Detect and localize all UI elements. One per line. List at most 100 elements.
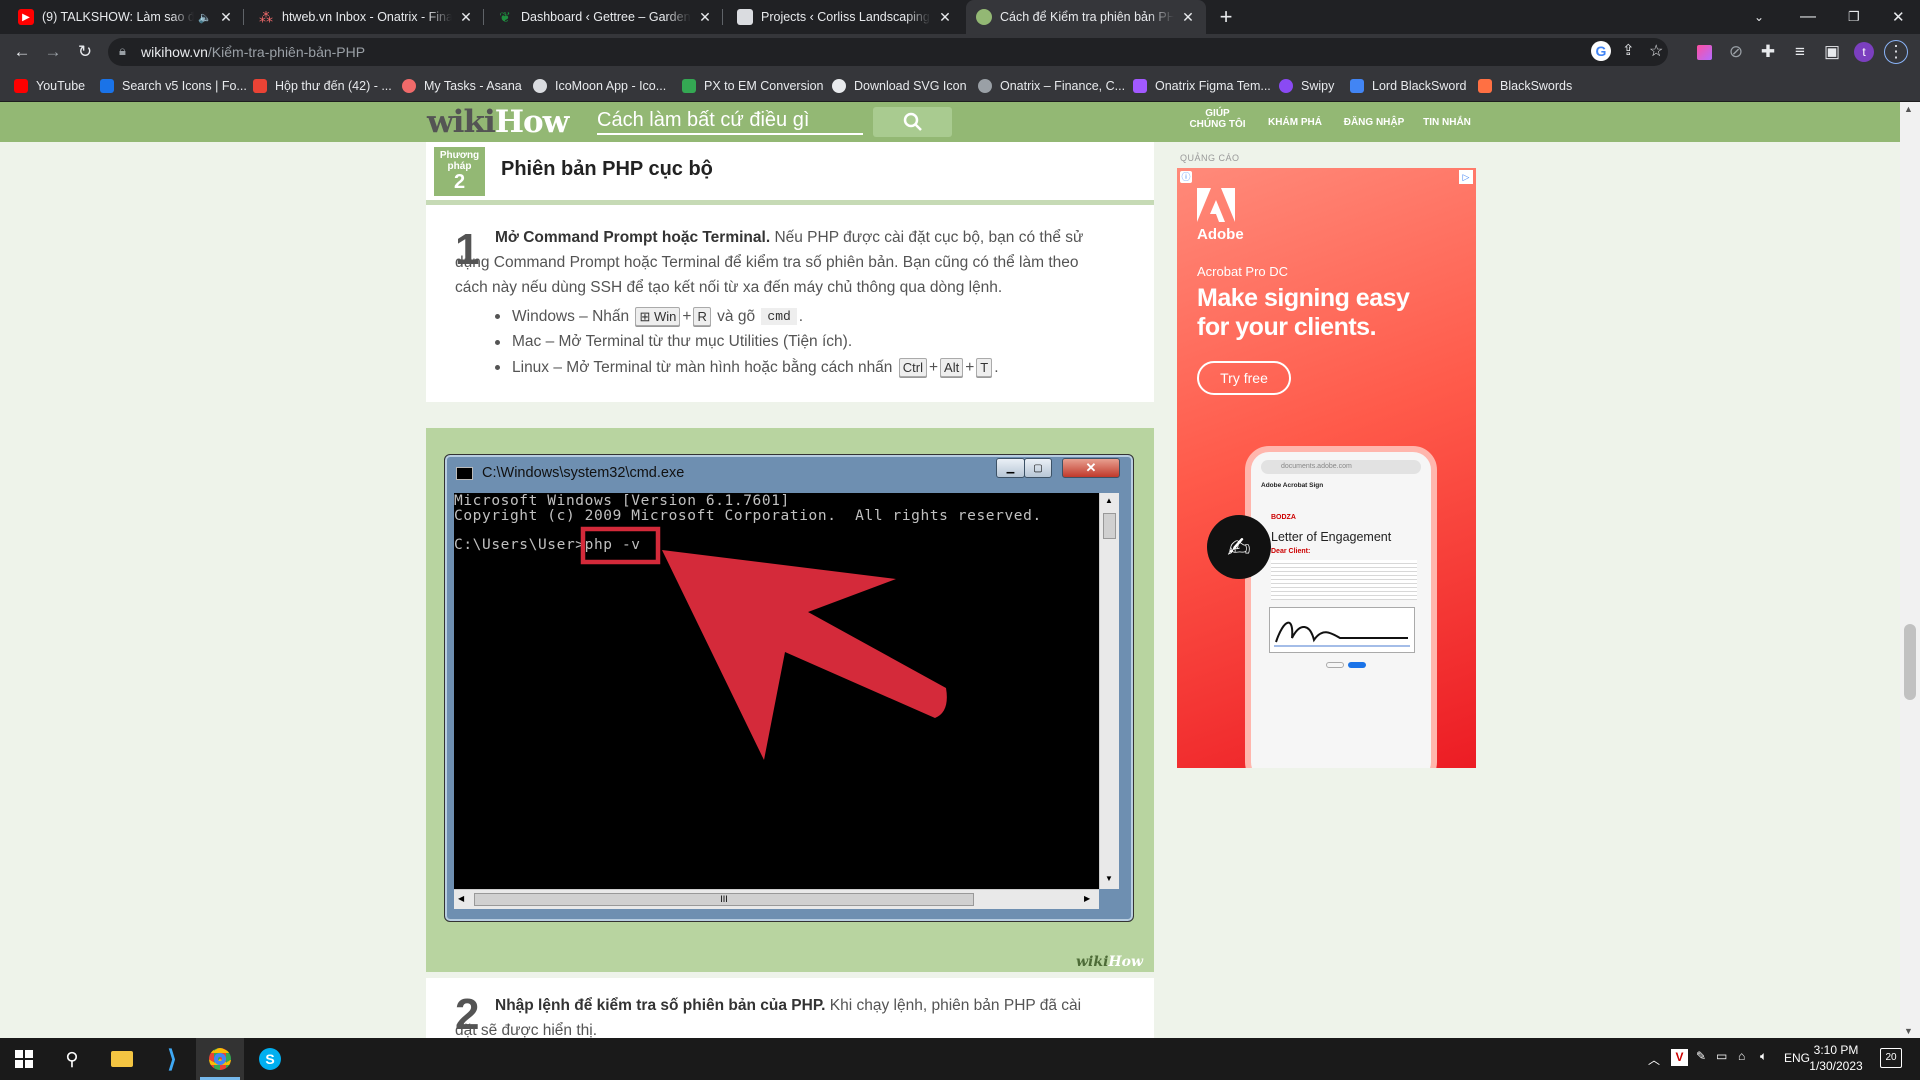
bookmark-youtube[interactable]: YouTube xyxy=(14,77,85,95)
url-path: /Kiểm-tra-phiên-bản-PHP xyxy=(207,44,366,60)
extensions-puzzle-icon[interactable]: ✚ xyxy=(1756,40,1780,64)
bookmark-asana[interactable]: My Tasks - Asana xyxy=(402,77,522,95)
new-tab-button[interactable]: + xyxy=(1210,0,1242,34)
windows-start-icon[interactable] xyxy=(0,1038,48,1080)
back-icon[interactable]: ← xyxy=(10,40,34,64)
gmail-icon xyxy=(253,79,267,93)
address-bar[interactable]: 🔒︎ wikihow.vn/Kiểm-tra-phiên-bản-PHP G ⇪… xyxy=(108,38,1668,66)
bookmark-icomoon[interactable]: IcoMoon App - Ico... xyxy=(533,77,666,95)
scroll-down-arrow-icon[interactable]: ▼ xyxy=(1904,1026,1913,1036)
tray-language[interactable]: ENG xyxy=(1784,1051,1810,1065)
adobe-logo-icon xyxy=(1197,188,1235,222)
bookmark-onatrix[interactable]: Onatrix – Finance, C... xyxy=(978,77,1125,95)
page-scrollbar[interactable] xyxy=(1900,102,1920,1038)
tray-app-v-icon[interactable]: V xyxy=(1671,1049,1688,1066)
tab-gettree[interactable]: ❦ Dashboard ‹ Gettree – Garden & ✕ xyxy=(487,0,723,34)
minimize-button[interactable]: — xyxy=(1790,0,1826,34)
signature-scribble-icon xyxy=(1274,621,1410,647)
tray-clock[interactable]: 3:10 PM 1/30/2023 xyxy=(1808,1042,1864,1074)
bookmark-swipy[interactable]: Swipy xyxy=(1279,77,1334,95)
restore-button[interactable]: ❐ xyxy=(1838,0,1870,34)
bookmark-lord-blacksword[interactable]: Lord BlackSword xyxy=(1350,77,1467,95)
windows-taskbar: ⚲ ⟩ S ︿ V ✎ ▭ ⌂ 🔈︎ ENG 3:10 PM 1/30/2023 … xyxy=(0,1038,1920,1080)
profile-avatar[interactable]: t xyxy=(1852,40,1876,64)
ad-cta-button[interactable]: Try free xyxy=(1197,361,1291,395)
cmd-minimize-icon: ▁ xyxy=(996,458,1025,478)
nav-explore[interactable]: KHÁM PHÁ xyxy=(1260,117,1330,128)
google-lens-icon[interactable]: G xyxy=(1591,41,1611,61)
tray-expand-icon[interactable]: ︿ xyxy=(1648,1051,1660,1068)
adobe-ad[interactable]: ⓘ ▷ Adobe Acrobat Pro DC Make signing ea… xyxy=(1177,168,1476,768)
ad-close-icon[interactable]: ▷ xyxy=(1459,170,1473,184)
tab-wikihow-active[interactable]: Cách để Kiểm tra phiên bản PHP: ✕ xyxy=(966,0,1206,34)
download-svg-icon xyxy=(832,79,846,93)
file-explorer-icon[interactable] xyxy=(98,1038,146,1080)
nav-messages[interactable]: TIN NHẮN xyxy=(1412,117,1482,128)
close-window-button[interactable]: ✕ xyxy=(1882,0,1915,34)
close-tab-icon[interactable]: ✕ xyxy=(218,9,234,26)
share-icon[interactable]: ⇪ xyxy=(1622,41,1635,59)
tray-network-icon[interactable]: ⌂ xyxy=(1738,1049,1745,1063)
wikihow-logo[interactable]: wikiHow xyxy=(427,104,569,140)
gettree-icon: ❦ xyxy=(499,8,511,25)
compass-icon[interactable]: ⊘ xyxy=(1724,40,1748,64)
site-search-field xyxy=(597,107,863,135)
ad-label: QUẢNG CÁO xyxy=(1180,153,1240,163)
search-button[interactable] xyxy=(873,107,952,137)
bullet-windows: Windows – Nhấn ⊞ Win + R và gõ cmd. xyxy=(495,307,803,326)
speaker-icon[interactable]: 🔈 xyxy=(198,11,212,24)
page-scrollbar-thumb[interactable] xyxy=(1904,624,1916,700)
image-watermark: wikiHow xyxy=(1076,954,1144,970)
nav-login[interactable]: ĐĂNG NHẬP xyxy=(1333,117,1415,128)
ad-headline: Make signing easy for your clients. xyxy=(1197,284,1410,341)
code-cmd: cmd xyxy=(761,308,797,325)
tray-meet-icon[interactable]: ▭ xyxy=(1716,1049,1727,1063)
ad-choices-icon[interactable]: ⓘ xyxy=(1180,171,1192,183)
tab-search-icon[interactable]: ⌄ xyxy=(1744,0,1774,34)
reading-list-icon[interactable]: ≡ xyxy=(1788,40,1812,64)
onatrix-icon xyxy=(978,79,992,93)
page-icon xyxy=(737,9,753,25)
search-input[interactable] xyxy=(597,107,863,133)
console-vscroll: ▲ ▼ xyxy=(1099,493,1119,889)
lock-icon[interactable]: 🔒︎ xyxy=(119,43,126,59)
bookmark-px-to-em[interactable]: PX to EM Conversion xyxy=(682,77,824,95)
side-panel-icon[interactable]: ▣ xyxy=(1820,40,1844,64)
bookmark-blackswords[interactable]: BlackSwords xyxy=(1478,77,1572,95)
scroll-up-arrow-icon[interactable]: ▲ xyxy=(1904,104,1913,114)
reload-icon[interactable]: ↻ xyxy=(73,40,97,64)
skype-icon[interactable]: S xyxy=(246,1038,294,1080)
key-alt: Alt xyxy=(940,358,964,377)
notification-center-icon[interactable]: 20 xyxy=(1880,1048,1902,1068)
bullet-mac: Mac – Mở Terminal từ thư mục Utilities (… xyxy=(495,333,852,351)
close-tab-icon[interactable]: ✕ xyxy=(458,9,474,26)
close-tab-icon[interactable]: ✕ xyxy=(937,9,953,26)
search-icon[interactable]: ⚲ xyxy=(48,1038,96,1080)
highlight-arrow-overlay xyxy=(580,526,947,760)
menu-kebab-icon[interactable]: ⋮ xyxy=(1884,40,1908,64)
tab-corliss[interactable]: Projects ‹ Corliss Landscaping Ips ✕ xyxy=(727,0,963,34)
sign-pen-icon: ✍︎ xyxy=(1207,515,1271,579)
tab-htweb[interactable]: ⁂ htweb.vn Inbox - Onatrix - Financ ✕ xyxy=(248,0,484,34)
key-ctrl: Ctrl xyxy=(898,358,927,377)
ad-signature-box xyxy=(1269,607,1415,653)
bookmark-star-icon[interactable]: ☆ xyxy=(1649,41,1663,61)
blackswords-icon xyxy=(1478,79,1492,93)
forward-icon[interactable]: → xyxy=(41,40,65,64)
tab-youtube[interactable]: ▶ (9) TALKSHOW: Làm sao để c 🔈 ✕ xyxy=(8,0,244,34)
tray-pen-icon[interactable]: ✎ xyxy=(1696,1049,1706,1063)
tray-volume-icon[interactable]: 🔈︎ xyxy=(1760,1049,1767,1064)
youtube-icon xyxy=(14,79,28,93)
bookmark-onatrix-figma[interactable]: Onatrix Figma Tem... xyxy=(1133,77,1271,95)
red-arrow-icon xyxy=(662,550,947,760)
bookmark-gmail[interactable]: Hộp thư đến (42) - ... xyxy=(253,77,392,95)
ad-product: Acrobat Pro DC xyxy=(1197,264,1289,279)
vscode-icon[interactable]: ⟩ xyxy=(148,1038,196,1080)
bookmark-download-svg[interactable]: Download SVG Icon xyxy=(832,77,967,95)
bookmark-search-v5-icons[interactable]: Search v5 Icons | Fo... xyxy=(100,77,247,95)
close-tab-icon[interactable]: ✕ xyxy=(697,9,713,26)
extension-gradient-icon[interactable] xyxy=(1692,40,1716,64)
close-tab-icon[interactable]: ✕ xyxy=(1180,9,1196,26)
nav-help-us[interactable]: GIÚP CHÚNG TÔI xyxy=(1180,108,1255,130)
chrome-icon[interactable] xyxy=(196,1038,244,1080)
